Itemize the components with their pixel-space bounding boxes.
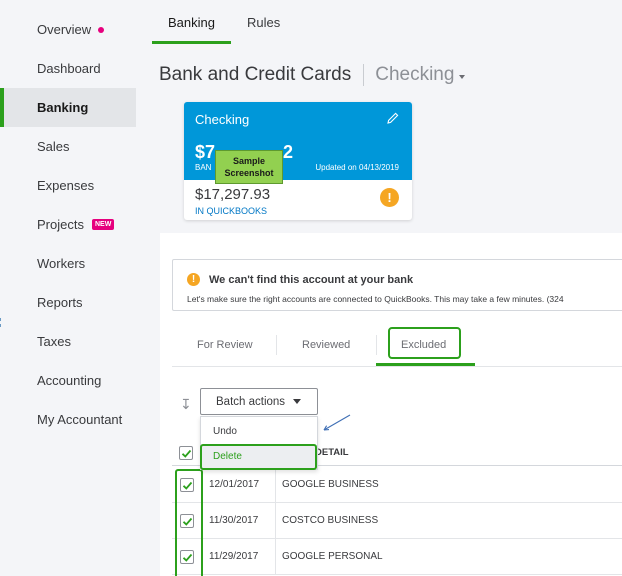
column-divider — [275, 467, 276, 503]
alert-message: Let's make sure the right accounts are c… — [187, 294, 564, 304]
column-divider — [275, 539, 276, 575]
table-row[interactable]: 12/01/2017 GOOGLE BUSINESS — [172, 467, 622, 503]
sample-screenshot-label: Sample Screenshot — [215, 150, 283, 184]
sidebar-item-sales[interactable]: Sales — [0, 127, 136, 166]
batch-actions-button[interactable]: Batch actions — [200, 388, 318, 415]
alert-title: We can't find this account at your bank — [209, 274, 414, 286]
quickbooks-balance-label: IN QUICKBOOKS — [195, 206, 268, 216]
column-header-detail: DETAIL — [315, 447, 349, 458]
sort-arrow-icon[interactable]: ↧ — [180, 396, 192, 413]
title-divider — [363, 64, 365, 86]
new-badge: NEW — [91, 219, 115, 230]
tab-rules[interactable]: Rules — [231, 0, 296, 44]
row-description: COSTCO BUSINESS — [282, 515, 379, 526]
sidebar-item-label: Banking — [37, 100, 89, 115]
sidebar-item-banking[interactable]: Banking — [0, 88, 136, 127]
account-card-body: $17,297.93 IN QUICKBOOKS ! — [184, 180, 412, 220]
quickbooks-balance: $17,297.93 — [195, 186, 271, 203]
table-row[interactable]: 11/29/2017 GOOGLE PERSONAL — [172, 539, 622, 575]
row-description: GOOGLE BUSINESS — [282, 479, 379, 490]
row-date: 11/30/2017 — [209, 515, 259, 526]
collapse-handle[interactable] — [0, 318, 3, 327]
sidebar-item-label: Sales — [37, 139, 70, 154]
checkmark-icon — [181, 449, 191, 458]
table-row[interactable]: 11/30/2017 COSTCO BUSINESS — [172, 503, 622, 539]
tab-divider — [276, 335, 277, 355]
account-card[interactable]: Checking $7 2 BAN Updated on 04/13/2019 $… — [184, 102, 412, 220]
sidebar-item-my-accountant[interactable]: My Accountant — [0, 400, 136, 439]
sidebar-item-reports[interactable]: Reports — [0, 283, 136, 322]
left-sidebar: Overview Dashboard Banking Sales Expense… — [0, 0, 136, 576]
sidebar-item-label: Dashboard — [37, 61, 101, 76]
row-date: 11/29/2017 — [209, 551, 259, 562]
menu-item-undo[interactable]: Undo — [201, 420, 317, 443]
sidebar-item-accounting[interactable]: Accounting — [0, 361, 136, 400]
edit-pencil-icon[interactable] — [387, 112, 399, 124]
tab-reviewed[interactable]: Reviewed — [302, 323, 350, 367]
main-content: Banking Rules Bank and Credit Cards Chec… — [136, 0, 622, 576]
connection-alert: ! We can't find this account at your ban… — [172, 259, 622, 311]
sidebar-item-expenses[interactable]: Expenses — [0, 166, 136, 205]
sidebar-item-label: My Accountant — [37, 412, 123, 427]
sidebar-item-label: Overview — [37, 22, 92, 37]
page-header: Bank and Credit Cards Checking — [159, 64, 466, 86]
bank-balance-label: BAN — [195, 163, 212, 172]
chevron-down-icon — [459, 74, 466, 79]
sidebar-item-taxes[interactable]: Taxes — [0, 322, 136, 361]
tab-for-review[interactable]: For Review — [197, 323, 253, 367]
column-divider — [275, 503, 276, 539]
sidebar-item-label: Expenses — [37, 178, 95, 193]
review-tabs: For Review Reviewed Excluded — [172, 323, 622, 367]
annotation-arrow-icon — [323, 414, 351, 431]
top-tab-bar: Banking Rules — [152, 0, 296, 44]
sidebar-item-label: Accounting — [37, 373, 102, 388]
warning-icon[interactable]: ! — [380, 188, 399, 207]
select-all-checkbox[interactable] — [179, 446, 193, 460]
warning-icon: ! — [187, 273, 200, 286]
notification-dot-icon — [98, 26, 105, 33]
highlight-box — [388, 327, 461, 359]
tab-divider — [376, 335, 377, 355]
sidebar-item-dashboard[interactable]: Dashboard — [0, 49, 136, 88]
account-selector[interactable]: Checking — [375, 64, 466, 86]
transactions-panel: ! We can't find this account at your ban… — [160, 233, 622, 576]
sidebar-item-label: Workers — [37, 256, 86, 271]
sidebar-item-label: Taxes — [37, 334, 71, 349]
account-selector-label: Checking — [375, 64, 455, 85]
batch-actions-label: Batch actions — [216, 395, 286, 408]
sidebar-item-label: Projects — [37, 217, 84, 232]
sidebar-item-workers[interactable]: Workers — [0, 244, 136, 283]
sidebar-item-overview[interactable]: Overview — [0, 10, 136, 49]
active-tab-underline — [376, 363, 475, 366]
row-date: 12/01/2017 — [209, 479, 260, 490]
highlight-box — [175, 469, 203, 576]
updated-date: Updated on 04/13/2019 — [315, 163, 399, 172]
sidebar-item-label: Reports — [37, 295, 83, 310]
chevron-down-icon — [293, 399, 302, 404]
highlight-box — [200, 444, 317, 470]
sidebar-item-projects[interactable]: Projects NEW — [0, 205, 136, 244]
tab-banking[interactable]: Banking — [152, 0, 231, 44]
page-title: Bank and Credit Cards — [159, 64, 352, 85]
row-description: GOOGLE PERSONAL — [282, 551, 383, 562]
account-card-name: Checking — [195, 112, 250, 127]
